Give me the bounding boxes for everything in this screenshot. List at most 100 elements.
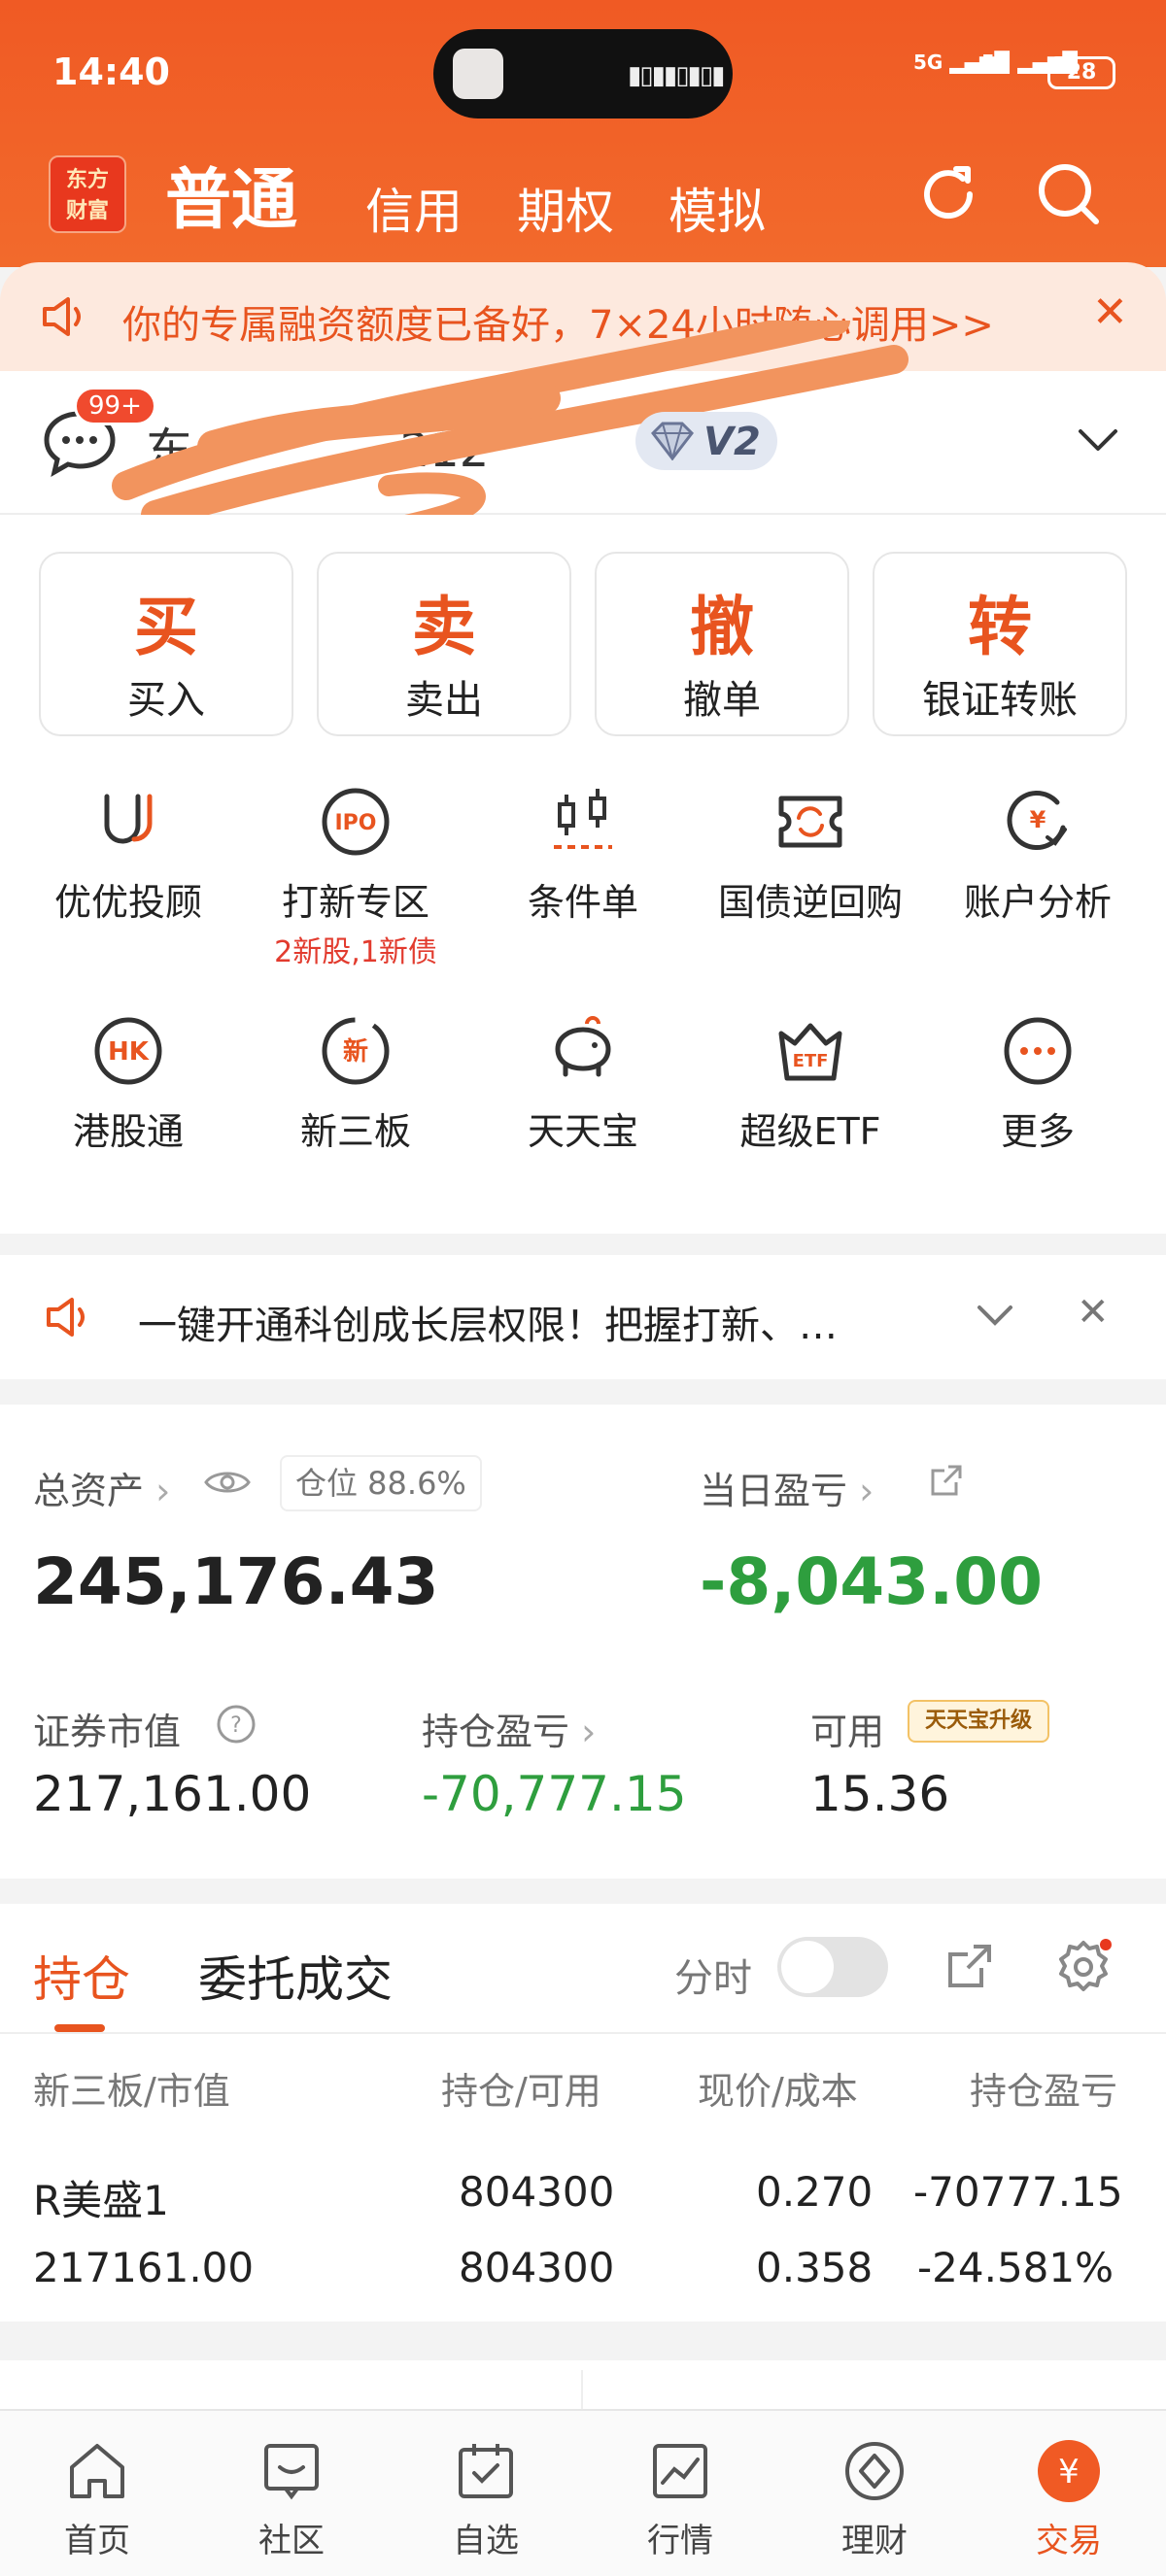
grid-ipo-zone[interactable]: IPO 打新专区 2新股,1新债 [243,783,468,970]
timeshare-label: 分时 [674,1956,752,2001]
status-time: 14:40 [52,51,170,93]
neeq-icon: 新 [322,1017,390,1085]
eye-icon[interactable] [202,1465,253,1500]
svg-text:¥: ¥ [1030,806,1046,833]
market-chart-icon [653,2444,707,2498]
market-value: 217,161.00 [33,1766,312,1822]
sell-button[interactable]: 卖 卖出 [317,552,571,736]
grid-label: 条件单 [527,881,638,924]
holding-pl-label[interactable]: 持仓盈亏 › [422,1702,596,1755]
holding-pl-value: -70,777.15 [422,1766,687,1822]
stock-cost: 0.358 [756,2244,874,2291]
tab-holdings[interactable]: 持仓 [33,1941,130,2011]
buy-button[interactable]: 买 买入 [39,552,293,736]
tiantianbao-upgrade-badge[interactable]: 天天宝升级 [908,1700,1049,1743]
analysis-icon: ¥ [1007,791,1067,850]
stock-pl: -70777.15 [913,2168,1123,2216]
home-icon [70,2444,124,2498]
buy-glyph: 买 [134,590,198,664]
grid-label: 国债逆回购 [717,881,903,924]
grid-neeq[interactable]: 新 新三板 [243,1012,468,1155]
nav-label: 行情 [647,2522,713,2560]
market-value-label: 证券市值 [33,1711,182,1753]
ipo-subtitle: 2新股,1新债 [274,935,437,969]
svg-text:IPO: IPO [334,811,376,835]
settings-gear-icon[interactable] [1053,1937,1114,1997]
toggle-knob [781,1941,834,1993]
tab-orders-trades[interactable]: 委托成交 [198,1941,393,2011]
daily-pl-value: -8,043.00 [700,1544,1044,1619]
piggy-bank-icon [555,1016,611,1077]
stock-market-value: 217161.00 [33,2244,255,2291]
export-icon[interactable] [943,1939,997,1993]
grid-account-analysis[interactable]: ¥ 账户分析 [925,783,1150,926]
total-assets-label[interactable]: 总资产 › [33,1461,170,1514]
grid-label: 港股通 [72,1110,184,1153]
tab-credit[interactable]: 信用 [365,173,463,243]
search-icon[interactable] [1032,157,1106,231]
dynamic-island: ▮▯▮▮▯▮▯▮ [433,29,733,119]
speaker-icon [47,1298,85,1337]
nav-market[interactable]: 行情 [583,2436,777,2561]
more-icon [1004,1017,1072,1085]
daily-pl-label[interactable]: 当日盈亏 › [700,1461,874,1514]
watchlist-icon [459,2444,513,2498]
nav-trade[interactable]: ¥ 交易 [972,2436,1166,2561]
sell-glyph: 卖 [412,590,476,664]
grid-label: 账户分析 [963,881,1112,924]
grid-more[interactable]: 更多 [925,1012,1150,1155]
repo-ticket-icon [778,796,842,848]
nav-home[interactable]: 首页 [0,2436,194,2561]
logo-text-2: 财富 [65,199,109,223]
active-tab-indicator [54,2024,105,2032]
tab-simulated[interactable]: 模拟 [669,173,766,243]
media-thumbnail [453,49,503,99]
nav-label: 理财 [841,2522,908,2560]
wealth-icon [845,2442,904,2500]
nav-community[interactable]: 社区 [194,2436,389,2561]
nav-label: 社区 [258,2522,325,2560]
cancel-order-button[interactable]: 撤 撤单 [595,552,849,736]
share-icon[interactable] [927,1461,966,1500]
bank-transfer-button[interactable]: 转 银证转账 [873,552,1127,736]
svg-text:?: ? [230,1713,242,1738]
grid-conditional-order[interactable]: 条件单 [470,783,696,926]
timeshare-toggle[interactable] [777,1937,888,1997]
nav-wealth[interactable]: 理财 [777,2436,972,2561]
notice2-text: 一键开通科创成长层权限！把握打新、… [138,1304,838,1348]
grid-hk-connect[interactable]: HK 港股通 [16,1012,241,1155]
chevron-down-icon[interactable] [976,1304,1014,1329]
sell-label: 卖出 [405,678,483,723]
audio-wave-icon: ▮▯▮▮▯▮▯▮ [628,61,725,90]
cancel-glyph: 撤 [690,590,754,664]
trade-screen: 14:40 ▮▯▮▮▯▮▯▮ 5G ▂▄▆█ 5G ▂▄▆█ 28 东方 财富 … [0,0,1166,2576]
speaker-icon [43,297,81,336]
grid-label: 优优投顾 [53,881,202,924]
grid-tiantianbao[interactable]: 天天宝 [470,1012,696,1155]
refresh-icon[interactable] [911,157,985,231]
close-icon[interactable]: ✕ [1077,1290,1110,1335]
col-name-mv: 新三板/市值 [33,2070,230,2113]
grid-label: 打新专区 [281,881,429,924]
help-icon[interactable]: ? [216,1704,257,1745]
grid-label: 更多 [1000,1110,1075,1153]
tab-options[interactable]: 期权 [517,173,614,243]
tab-ordinary[interactable]: 普通 [165,146,297,242]
battery-indicator: 28 [1047,56,1115,89]
grid-label: 新三板 [299,1110,411,1153]
available-label: 可用 [810,1711,885,1753]
svg-text:HK: HK [108,1037,150,1067]
col-holding-pl: 持仓盈亏 [970,2070,1118,2113]
svg-text:ETF: ETF [793,1051,829,1071]
nav-label: 自选 [453,2522,519,2560]
vip-level-badge: V2 [635,412,777,470]
chevron-down-icon[interactable] [1077,427,1119,455]
nav-label: 首页 [64,2522,130,2560]
nav-watchlist[interactable]: 自选 [389,2436,583,2561]
svg-text:¥: ¥ [1058,2453,1080,2491]
grid-super-etf[interactable]: ETF 超级ETF [698,1012,923,1155]
star-market-notice[interactable]: 一键开通科创成长层权限！把握打新、… ✕ [0,1255,1166,1379]
grid-youyou-advisor[interactable]: 优优投顾 [16,783,241,926]
grid-reverse-repo[interactable]: 国债逆回购 [698,783,923,926]
close-icon[interactable]: ✕ [1092,288,1128,337]
